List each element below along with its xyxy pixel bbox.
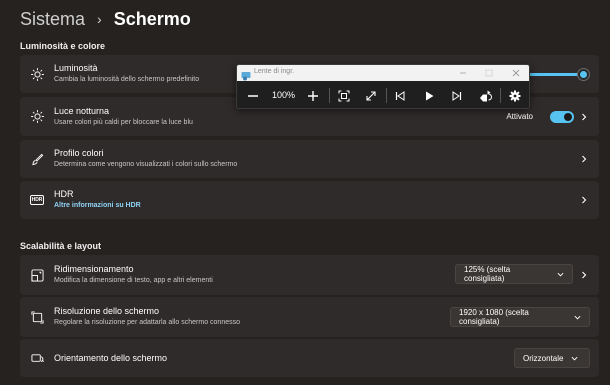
zoom-out-icon[interactable] (245, 88, 261, 104)
chevron-right-icon[interactable] (579, 270, 589, 280)
night-light-toggle[interactable] (550, 110, 574, 123)
next-icon[interactable] (449, 88, 465, 104)
chevron-down-icon (574, 314, 581, 321)
play-icon[interactable] (421, 88, 437, 104)
page-title: Schermo (113, 8, 191, 29)
color-profile-title: Profilo colori (54, 148, 104, 158)
scale-title: Ridimensionamento (54, 264, 134, 274)
orientation-title: Orientamento dello schermo (54, 352, 168, 363)
scale-icon (30, 268, 44, 282)
toolbar-divider (500, 88, 501, 103)
breadcrumb-parent[interactable]: Sistema (20, 9, 85, 30)
scale-card[interactable]: Ridimensionamento Modifica la dimensione… (20, 255, 599, 295)
resolution-dropdown-value: 1920 x 1080 (scelta consigliata) (459, 308, 529, 326)
chevron-right-icon[interactable] (579, 154, 589, 164)
hdr-icon: HDR (29, 193, 45, 207)
magnifier-zoom-level: 100% (272, 90, 296, 100)
breadcrumb: Sistema › Schermo (20, 6, 191, 32)
scale-subtitle: Modifica la dimensione di testo, app e a… (54, 277, 213, 284)
resolution-icon (30, 310, 44, 324)
chevron-down-icon (557, 271, 564, 278)
color-profile-card[interactable]: Profilo colori Determina come vengono vi… (20, 140, 599, 178)
scale-dropdown-value: 125% (scelta consigliata) (464, 265, 511, 283)
brightness-subtitle: Cambia la luminosità dello schermo prede… (54, 76, 200, 83)
resolution-title: Risoluzione dello schermo (54, 306, 160, 316)
gear-icon[interactable] (507, 88, 523, 104)
orientation-card: Orientamento dello schermo Orizzontale (20, 339, 599, 377)
orientation-icon (30, 351, 44, 365)
chevron-right-icon[interactable] (579, 112, 589, 122)
color-profile-subtitle: Determina come vengono visualizzati i co… (54, 161, 238, 168)
brightness-slider-thumb[interactable] (578, 69, 589, 80)
hdr-card[interactable]: HDR HDR Altre informazioni su HDR (20, 181, 599, 219)
section-title-scale-layout: Scalabilità e layout (20, 241, 102, 251)
resolution-dropdown[interactable]: 1920 x 1080 (scelta consigliata) (450, 307, 590, 327)
resolution-card: Risoluzione dello schermo Regolare la ri… (20, 297, 599, 337)
breadcrumb-separator: › (97, 11, 102, 27)
night-light-title: Luce notturna (54, 105, 110, 116)
resolution-subtitle: Regolare la risoluzione per adattarla al… (54, 319, 240, 326)
minimize-icon[interactable] (457, 67, 469, 79)
close-icon[interactable] (510, 67, 522, 79)
hdr-icon-text: HDR (29, 195, 45, 205)
chevron-right-icon[interactable] (579, 195, 589, 205)
brightness-title: Luminosità (54, 63, 98, 73)
view-mode-icon[interactable] (336, 88, 352, 104)
night-light-subtitle: Usare colori più caldi per bloccare la l… (54, 118, 193, 126)
maximize-icon[interactable] (483, 67, 495, 79)
magnifier-toolbar: 100% (237, 81, 529, 108)
magnifier-window: Lente di ingr. 100% (236, 64, 530, 109)
magnifier-titlebar[interactable]: Lente di ingr. (237, 65, 529, 81)
toolbar-divider (329, 88, 330, 103)
magnifier-app-icon (241, 68, 251, 81)
sun-icon (30, 110, 44, 124)
scale-dropdown[interactable]: 125% (scelta consigliata) (455, 264, 573, 284)
hdr-info-link[interactable]: Altre informazioni su HDR (54, 201, 141, 211)
read-from-here-icon[interactable] (477, 88, 493, 104)
chevron-down-icon (571, 355, 578, 362)
magnifier-title: Lente di ingr. (254, 68, 295, 75)
section-title-brightness-color: Luminosità e colore (20, 41, 106, 51)
brightness-slider-track[interactable] (529, 73, 582, 76)
night-light-toggle-label: Attivato (506, 112, 533, 121)
expand-icon[interactable] (363, 88, 379, 104)
previous-icon[interactable] (392, 88, 408, 104)
orientation-dropdown[interactable]: Orizzontale (514, 348, 590, 368)
brush-icon (30, 152, 44, 166)
toolbar-divider (386, 88, 387, 103)
orientation-dropdown-value: Orizzontale (523, 353, 564, 363)
hdr-title: HDR (54, 189, 74, 199)
zoom-in-icon[interactable] (305, 88, 321, 104)
sun-icon (30, 67, 44, 81)
